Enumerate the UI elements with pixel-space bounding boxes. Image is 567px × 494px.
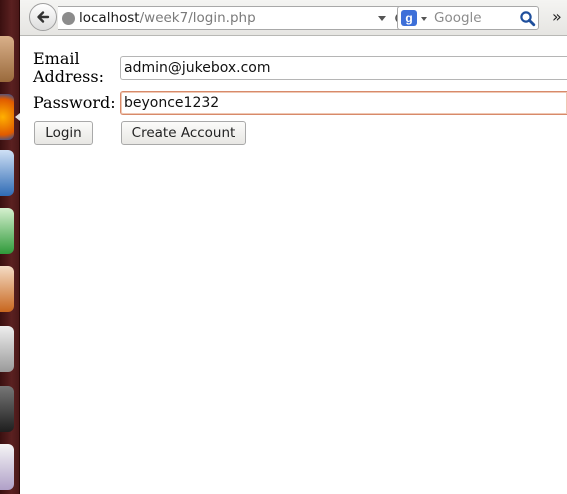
calc-icon[interactable]	[0, 208, 14, 254]
ubuntu-launcher	[0, 0, 20, 494]
email-field[interactable]: admin@jukebox.com	[120, 56, 567, 80]
url-host: localhost	[79, 10, 140, 26]
search-bar[interactable]: g Google	[397, 6, 539, 30]
globe-icon	[62, 12, 75, 25]
overflow-chevron-icon[interactable]: »	[552, 7, 562, 26]
url-bar[interactable]: localhost/week7/login.php	[58, 6, 410, 30]
url-text[interactable]: localhost/week7/login.php	[79, 10, 256, 27]
email-label: Email Address:	[33, 50, 104, 86]
terminal-icon[interactable]	[0, 386, 14, 432]
url-path: /week7/login.php	[139, 10, 256, 26]
engine-dropdown-icon[interactable]	[421, 17, 427, 21]
browser-toolbar: localhost/week7/login.php g Google »	[20, 0, 567, 36]
settings-icon[interactable]	[0, 326, 14, 372]
files-icon[interactable]	[0, 36, 14, 82]
password-field[interactable]: beyonce1232	[120, 91, 567, 115]
impress-icon[interactable]	[0, 266, 14, 312]
login-button[interactable]: Login	[34, 121, 93, 145]
history-dropdown-icon[interactable]	[378, 16, 386, 21]
email-label-line1: Email	[33, 49, 80, 68]
search-icon[interactable]	[519, 10, 536, 27]
email-label-line2: Address:	[33, 67, 104, 86]
arrow-left-icon	[37, 11, 50, 23]
editor-icon[interactable]	[0, 444, 14, 490]
create-account-button[interactable]: Create Account	[121, 121, 246, 145]
back-button[interactable]	[29, 3, 57, 31]
password-label: Password:	[33, 93, 116, 112]
page-content: Email Address: admin@jukebox.com Passwor…	[20, 37, 567, 494]
search-placeholder: Google	[434, 10, 482, 26]
google-icon[interactable]: g	[401, 10, 417, 26]
firefox-icon[interactable]	[0, 94, 14, 140]
writer-icon[interactable]	[0, 150, 14, 196]
